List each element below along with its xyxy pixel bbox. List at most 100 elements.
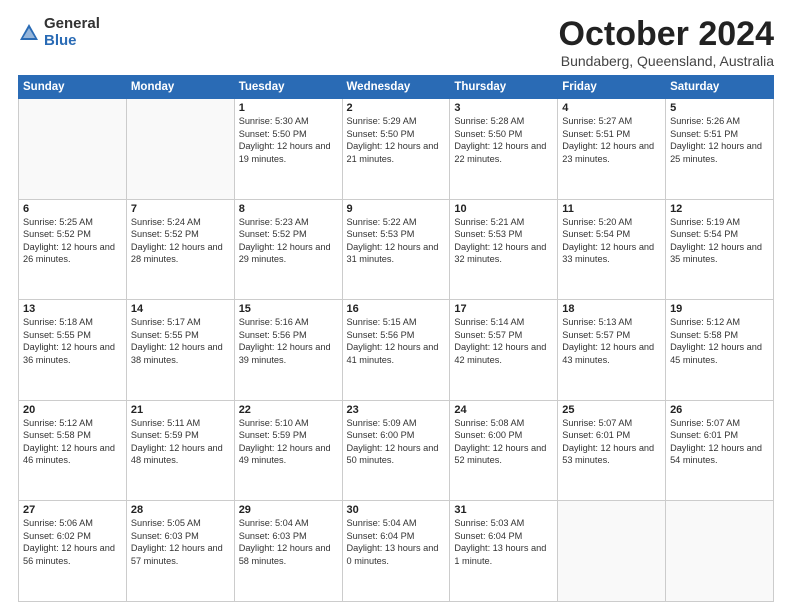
calendar-cell: 11Sunrise: 5:20 AMSunset: 5:54 PMDayligh… bbox=[558, 199, 666, 300]
day-number: 1 bbox=[239, 102, 338, 114]
calendar-header-sunday: Sunday bbox=[19, 76, 127, 99]
day-info: Sunrise: 5:04 AMSunset: 6:03 PMDaylight:… bbox=[239, 517, 338, 567]
day-number: 7 bbox=[131, 203, 230, 215]
day-info: Sunrise: 5:18 AMSunset: 5:55 PMDaylight:… bbox=[23, 316, 122, 366]
day-info: Sunrise: 5:24 AMSunset: 5:52 PMDaylight:… bbox=[131, 216, 230, 266]
day-number: 9 bbox=[347, 203, 446, 215]
logo-text: General Blue bbox=[44, 16, 100, 49]
day-info: Sunrise: 5:15 AMSunset: 5:56 PMDaylight:… bbox=[347, 316, 446, 366]
title-block: October 2024 Bundaberg, Queensland, Aust… bbox=[559, 16, 774, 69]
calendar-header-row: SundayMondayTuesdayWednesdayThursdayFrid… bbox=[19, 76, 774, 99]
calendar-cell: 18Sunrise: 5:13 AMSunset: 5:57 PMDayligh… bbox=[558, 300, 666, 401]
calendar-cell: 14Sunrise: 5:17 AMSunset: 5:55 PMDayligh… bbox=[126, 300, 234, 401]
calendar-header-thursday: Thursday bbox=[450, 76, 558, 99]
day-number: 26 bbox=[670, 404, 769, 416]
day-number: 30 bbox=[347, 504, 446, 516]
calendar-cell: 22Sunrise: 5:10 AMSunset: 5:59 PMDayligh… bbox=[234, 400, 342, 501]
calendar-cell: 15Sunrise: 5:16 AMSunset: 5:56 PMDayligh… bbox=[234, 300, 342, 401]
calendar-header-friday: Friday bbox=[558, 76, 666, 99]
calendar-cell: 27Sunrise: 5:06 AMSunset: 6:02 PMDayligh… bbox=[19, 501, 127, 602]
day-number: 5 bbox=[670, 102, 769, 114]
calendar-cell bbox=[126, 99, 234, 200]
day-number: 13 bbox=[23, 303, 122, 315]
calendar-cell: 12Sunrise: 5:19 AMSunset: 5:54 PMDayligh… bbox=[666, 199, 774, 300]
day-info: Sunrise: 5:22 AMSunset: 5:53 PMDaylight:… bbox=[347, 216, 446, 266]
calendar-cell: 30Sunrise: 5:04 AMSunset: 6:04 PMDayligh… bbox=[342, 501, 450, 602]
day-number: 17 bbox=[454, 303, 553, 315]
logo-icon bbox=[18, 22, 40, 44]
day-number: 22 bbox=[239, 404, 338, 416]
day-number: 12 bbox=[670, 203, 769, 215]
calendar-header-tuesday: Tuesday bbox=[234, 76, 342, 99]
day-number: 16 bbox=[347, 303, 446, 315]
calendar-week-row: 6Sunrise: 5:25 AMSunset: 5:52 PMDaylight… bbox=[19, 199, 774, 300]
logo-blue-label: Blue bbox=[44, 33, 100, 50]
calendar-table: SundayMondayTuesdayWednesdayThursdayFrid… bbox=[18, 75, 774, 602]
day-info: Sunrise: 5:29 AMSunset: 5:50 PMDaylight:… bbox=[347, 115, 446, 165]
day-number: 15 bbox=[239, 303, 338, 315]
calendar-cell: 5Sunrise: 5:26 AMSunset: 5:51 PMDaylight… bbox=[666, 99, 774, 200]
day-info: Sunrise: 5:06 AMSunset: 6:02 PMDaylight:… bbox=[23, 517, 122, 567]
day-number: 24 bbox=[454, 404, 553, 416]
calendar-cell: 21Sunrise: 5:11 AMSunset: 5:59 PMDayligh… bbox=[126, 400, 234, 501]
calendar-cell: 29Sunrise: 5:04 AMSunset: 6:03 PMDayligh… bbox=[234, 501, 342, 602]
calendar-cell: 9Sunrise: 5:22 AMSunset: 5:53 PMDaylight… bbox=[342, 199, 450, 300]
day-number: 28 bbox=[131, 504, 230, 516]
month-year-title: October 2024 bbox=[559, 16, 774, 53]
day-number: 23 bbox=[347, 404, 446, 416]
day-number: 8 bbox=[239, 203, 338, 215]
calendar-cell: 4Sunrise: 5:27 AMSunset: 5:51 PMDaylight… bbox=[558, 99, 666, 200]
day-number: 14 bbox=[131, 303, 230, 315]
calendar-cell bbox=[666, 501, 774, 602]
calendar-cell: 25Sunrise: 5:07 AMSunset: 6:01 PMDayligh… bbox=[558, 400, 666, 501]
calendar-week-row: 27Sunrise: 5:06 AMSunset: 6:02 PMDayligh… bbox=[19, 501, 774, 602]
day-info: Sunrise: 5:07 AMSunset: 6:01 PMDaylight:… bbox=[670, 417, 769, 467]
calendar-week-row: 1Sunrise: 5:30 AMSunset: 5:50 PMDaylight… bbox=[19, 99, 774, 200]
calendar-header-monday: Monday bbox=[126, 76, 234, 99]
calendar-cell: 1Sunrise: 5:30 AMSunset: 5:50 PMDaylight… bbox=[234, 99, 342, 200]
calendar-cell: 2Sunrise: 5:29 AMSunset: 5:50 PMDaylight… bbox=[342, 99, 450, 200]
day-number: 18 bbox=[562, 303, 661, 315]
day-number: 2 bbox=[347, 102, 446, 114]
calendar-cell bbox=[558, 501, 666, 602]
calendar-week-row: 13Sunrise: 5:18 AMSunset: 5:55 PMDayligh… bbox=[19, 300, 774, 401]
day-info: Sunrise: 5:03 AMSunset: 6:04 PMDaylight:… bbox=[454, 517, 553, 567]
calendar-cell: 19Sunrise: 5:12 AMSunset: 5:58 PMDayligh… bbox=[666, 300, 774, 401]
day-number: 6 bbox=[23, 203, 122, 215]
logo-general-label: General bbox=[44, 16, 100, 33]
day-info: Sunrise: 5:28 AMSunset: 5:50 PMDaylight:… bbox=[454, 115, 553, 165]
calendar-cell: 8Sunrise: 5:23 AMSunset: 5:52 PMDaylight… bbox=[234, 199, 342, 300]
day-info: Sunrise: 5:10 AMSunset: 5:59 PMDaylight:… bbox=[239, 417, 338, 467]
day-number: 10 bbox=[454, 203, 553, 215]
day-number: 27 bbox=[23, 504, 122, 516]
day-number: 31 bbox=[454, 504, 553, 516]
day-number: 4 bbox=[562, 102, 661, 114]
calendar-cell: 10Sunrise: 5:21 AMSunset: 5:53 PMDayligh… bbox=[450, 199, 558, 300]
calendar-cell bbox=[19, 99, 127, 200]
day-number: 21 bbox=[131, 404, 230, 416]
day-info: Sunrise: 5:14 AMSunset: 5:57 PMDaylight:… bbox=[454, 316, 553, 366]
calendar-cell: 26Sunrise: 5:07 AMSunset: 6:01 PMDayligh… bbox=[666, 400, 774, 501]
day-info: Sunrise: 5:23 AMSunset: 5:52 PMDaylight:… bbox=[239, 216, 338, 266]
day-info: Sunrise: 5:27 AMSunset: 5:51 PMDaylight:… bbox=[562, 115, 661, 165]
day-info: Sunrise: 5:04 AMSunset: 6:04 PMDaylight:… bbox=[347, 517, 446, 567]
calendar-cell: 20Sunrise: 5:12 AMSunset: 5:58 PMDayligh… bbox=[19, 400, 127, 501]
day-info: Sunrise: 5:11 AMSunset: 5:59 PMDaylight:… bbox=[131, 417, 230, 467]
day-info: Sunrise: 5:09 AMSunset: 6:00 PMDaylight:… bbox=[347, 417, 446, 467]
day-info: Sunrise: 5:26 AMSunset: 5:51 PMDaylight:… bbox=[670, 115, 769, 165]
day-info: Sunrise: 5:19 AMSunset: 5:54 PMDaylight:… bbox=[670, 216, 769, 266]
day-info: Sunrise: 5:08 AMSunset: 6:00 PMDaylight:… bbox=[454, 417, 553, 467]
day-info: Sunrise: 5:25 AMSunset: 5:52 PMDaylight:… bbox=[23, 216, 122, 266]
calendar-cell: 7Sunrise: 5:24 AMSunset: 5:52 PMDaylight… bbox=[126, 199, 234, 300]
page: General Blue October 2024 Bundaberg, Que… bbox=[0, 0, 792, 612]
calendar-cell: 31Sunrise: 5:03 AMSunset: 6:04 PMDayligh… bbox=[450, 501, 558, 602]
calendar-cell: 28Sunrise: 5:05 AMSunset: 6:03 PMDayligh… bbox=[126, 501, 234, 602]
calendar-cell: 3Sunrise: 5:28 AMSunset: 5:50 PMDaylight… bbox=[450, 99, 558, 200]
day-info: Sunrise: 5:30 AMSunset: 5:50 PMDaylight:… bbox=[239, 115, 338, 165]
day-number: 29 bbox=[239, 504, 338, 516]
calendar-header-wednesday: Wednesday bbox=[342, 76, 450, 99]
calendar-cell: 23Sunrise: 5:09 AMSunset: 6:00 PMDayligh… bbox=[342, 400, 450, 501]
location-label: Bundaberg, Queensland, Australia bbox=[559, 53, 774, 69]
day-info: Sunrise: 5:13 AMSunset: 5:57 PMDaylight:… bbox=[562, 316, 661, 366]
logo: General Blue bbox=[18, 16, 100, 49]
